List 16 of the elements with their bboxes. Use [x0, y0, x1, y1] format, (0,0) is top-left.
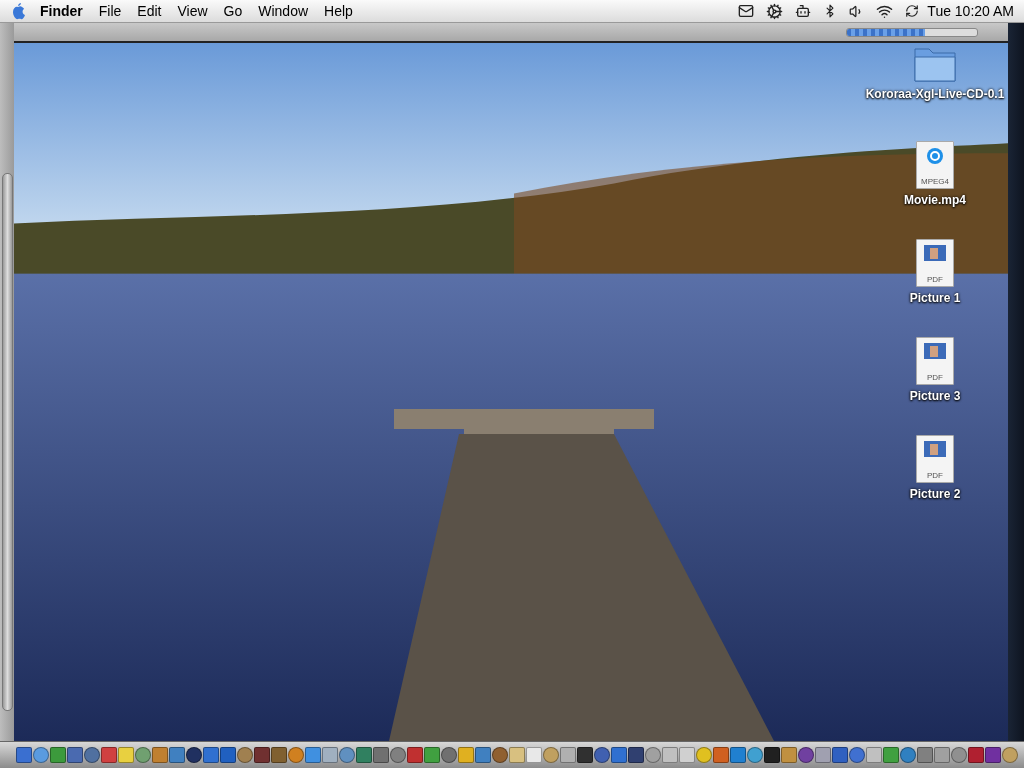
menu-item[interactable]: File: [90, 3, 130, 19]
file-name[interactable]: Picture 1: [909, 291, 961, 305]
menu-item[interactable]: Help: [316, 3, 361, 19]
file-type-label: MPEG4: [921, 177, 949, 188]
file-type-label: PDF: [927, 373, 943, 384]
menu-clock[interactable]: Tue 10:20 AM: [927, 3, 1014, 19]
file-type-label: PDF: [927, 275, 943, 286]
file-name[interactable]: Picture 2: [909, 487, 961, 501]
app-menu[interactable]: Finder: [32, 3, 91, 19]
file-name[interactable]: Picture 3: [909, 389, 961, 403]
menu-item[interactable]: Window: [250, 3, 317, 19]
menu-item[interactable]: Edit: [129, 3, 170, 19]
file-name[interactable]: Movie.mp4: [904, 193, 966, 207]
file-type-label: PDF: [927, 471, 943, 482]
menu-item[interactable]: View: [169, 3, 216, 19]
menu-item[interactable]: Go: [215, 3, 251, 19]
